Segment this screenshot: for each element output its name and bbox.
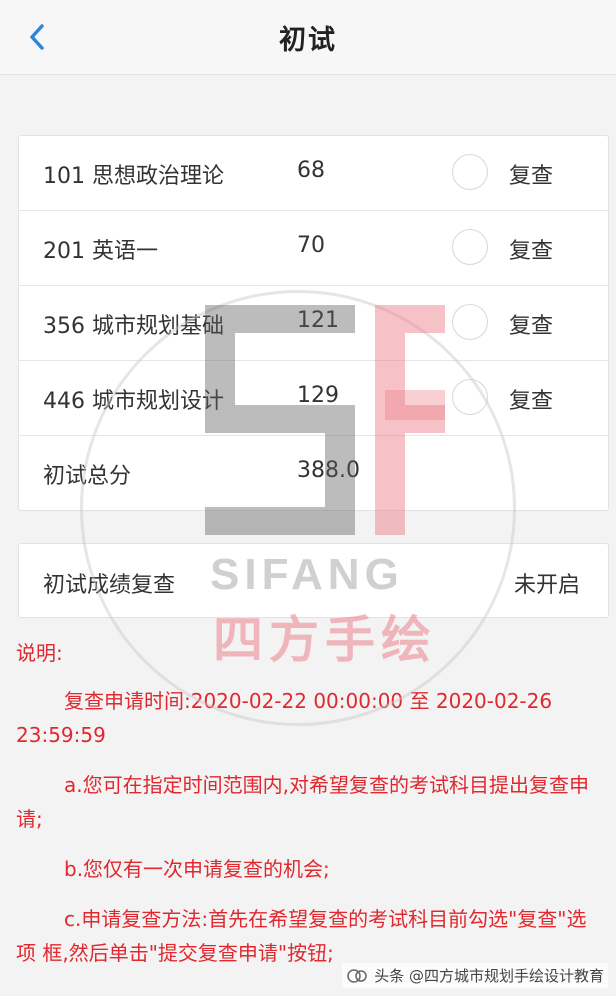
score-row-english: 201 英语一 70 复查 — [19, 211, 608, 286]
subject-name: 446 城市规划设计 — [43, 389, 224, 414]
subject-name: 101 思想政治理论 — [43, 164, 224, 189]
score-row-planning-basics: 356 城市规划基础 121 复查 — [19, 286, 608, 361]
total-score-value: 388.0 — [297, 458, 360, 483]
total-score-row: 初试总分 388.0 — [19, 436, 608, 510]
review-period-text: 复查申请时间:2020-02-22 00:00:00 至 2020-02-26 … — [16, 689, 553, 747]
instruction-item-a: a.您可在指定时间范围内,对希望复查的考试科目提出复查申请; — [16, 773, 589, 831]
review-checkbox-label[interactable]: 复查 — [509, 383, 553, 415]
score-review-label: 初试成绩复查 — [43, 573, 176, 598]
subject-name: 356 城市规划基础 — [43, 314, 224, 339]
page-title: 初试 — [279, 25, 337, 56]
instruction-item-b: b.您仅有一次申请复查的机会; — [64, 857, 330, 881]
subject-score: 121 — [297, 308, 339, 333]
subject-score: 68 — [297, 158, 325, 183]
review-checkbox[interactable] — [452, 229, 488, 265]
instructions-heading: 说明: — [16, 641, 63, 665]
review-checkbox-label[interactable]: 复查 — [509, 158, 553, 190]
score-review-status: 未开启 — [513, 573, 580, 598]
review-checkbox-label[interactable]: 复查 — [509, 308, 553, 340]
instructions: 说明: 复查申请时间:2020-02-22 00:00:00 至 2020-02… — [16, 636, 600, 986]
app-header: 初试 — [0, 0, 616, 75]
instruction-item-c: c.申请复查方法:首先在希望复查的考试科目前勾选"复查"选项 框,然后单击"提交… — [16, 907, 587, 965]
review-checkbox[interactable] — [452, 379, 488, 415]
review-checkbox-label[interactable]: 复查 — [509, 233, 553, 265]
review-checkbox[interactable] — [452, 154, 488, 190]
score-review-row[interactable]: 初试成绩复查 未开启 — [18, 543, 609, 618]
score-row-planning-design: 446 城市规划设计 129 复查 — [19, 361, 608, 436]
subject-name: 201 英语一 — [43, 239, 158, 264]
total-score-label: 初试总分 — [43, 464, 132, 489]
subject-score: 70 — [297, 233, 325, 258]
score-card: 101 思想政治理论 68 复查 201 英语一 70 复查 356 城市规划基… — [18, 135, 609, 511]
score-row-politics: 101 思想政治理论 68 复查 — [19, 136, 608, 211]
subject-score: 129 — [297, 383, 339, 408]
review-checkbox[interactable] — [452, 304, 488, 340]
